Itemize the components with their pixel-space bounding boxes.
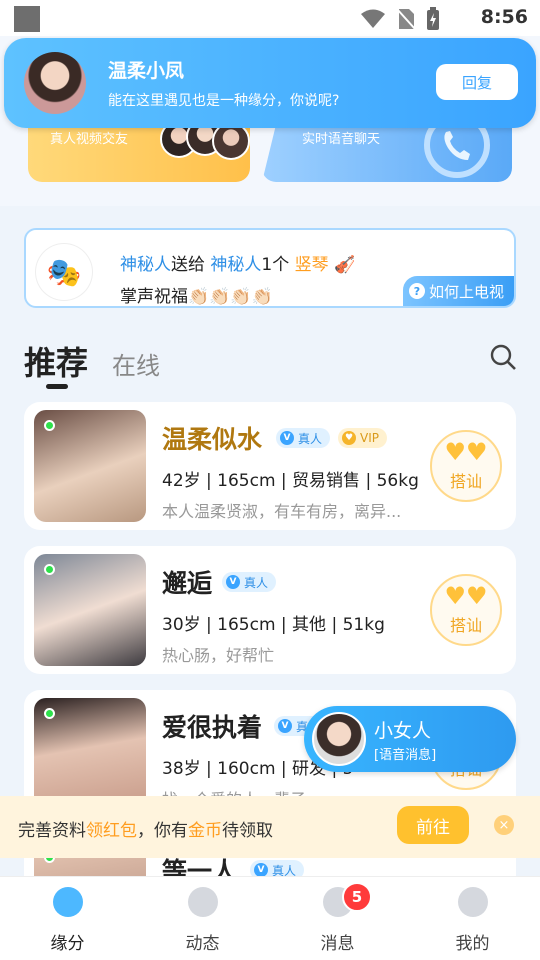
compass-icon [188, 887, 218, 917]
online-indicator [44, 420, 55, 431]
verified-badge: V 真人 [222, 572, 277, 592]
wifi-icon [361, 9, 385, 28]
vip-badge: ♥ VIP [338, 428, 387, 448]
user-stats: 42岁 | 165cm | 贸易销售 | 56kg [162, 471, 419, 491]
tab-yuanfen[interactable]: 缘分 [0, 877, 135, 960]
user-badges: V 真人 ♥ VIP [276, 428, 387, 448]
user-name: 温柔似水 [162, 425, 263, 454]
vip-heart-icon: ♥ [342, 431, 357, 445]
voice-message-tag: [语音消息] [374, 748, 437, 763]
list-tabs: 推荐 在线 [24, 338, 160, 384]
greet-button[interactable]: ♥♥ 搭讪 [430, 574, 502, 646]
promo-coins: 金币 [188, 821, 222, 841]
verified-icon: V [278, 719, 292, 733]
list-item[interactable]: 温柔似水 V 真人 ♥ VIP 42岁 | 165cm | 贸易销售 | 56kg … [24, 402, 516, 530]
promo-text-a: 完善资料 [18, 821, 86, 841]
verified-icon: V [254, 863, 268, 877]
voice-sender-name: 小女人 [374, 720, 432, 742]
gift-sender: 神秘人 [120, 255, 171, 275]
verified-label: 真人 [298, 431, 323, 446]
gift-broadcast-banner[interactable]: 🎭 神秘人送给 神秘人1个 竖琴 🎻 掌声祝福👏🏻👏🏻👏🏻👏🏻 ? 如何上电视 [24, 228, 516, 308]
promo-text-e: 待领取 [222, 821, 273, 841]
tab-label: 我的 [455, 934, 490, 954]
bottom-tab-bar: 缘分 动态 消息 我的 [0, 876, 540, 960]
user-name: 爱很执着 [162, 713, 263, 742]
video-chat-label: 真人视频交友 [50, 132, 129, 147]
verified-label: 真人 [244, 575, 269, 590]
gift-verb: 送给 [171, 255, 205, 275]
tab-messages[interactable]: 消息 [270, 877, 405, 960]
gift-count: 1个 [261, 255, 290, 275]
online-indicator [44, 708, 55, 719]
reply-button[interactable]: 回复 [436, 64, 518, 100]
harp-icon: 🎻 [334, 255, 356, 275]
tab-recommend[interactable]: 推荐 [24, 338, 88, 384]
voice-chat-label: 实时语音聊天 [302, 132, 381, 147]
hearts-icon: ♥♥ [444, 438, 488, 466]
profile-reward-bar: 完善资料领红包，你有金币待领取 前往 × [0, 796, 540, 858]
verified-icon: V [280, 431, 294, 445]
user-bio: 热心肠，好帮忙 [162, 646, 275, 665]
sender-name: 温柔小凤 [108, 60, 185, 82]
status-icons [360, 7, 440, 31]
tab-label: 消息 [320, 934, 355, 954]
greet-button[interactable]: ♥♥ 搭讪 [430, 430, 502, 502]
user-bio: 本人温柔贤淑，有车有房，离异... [162, 502, 402, 521]
gift-message: 神秘人送给 神秘人1个 竖琴 🎻 [120, 250, 355, 275]
voice-message-popup[interactable]: 小女人 [语音消息] [304, 706, 516, 772]
gift-name: 竖琴 [294, 255, 329, 275]
list-item[interactable]: 邂逅 V 真人 30岁 | 165cm | 其他 | 51kg 热心肠，好帮忙 ♥… [24, 546, 516, 674]
tab-label: 缘分 [50, 934, 85, 954]
gift-blessing: 掌声祝福👏🏻👏🏻👏🏻👏🏻 [120, 287, 273, 307]
hearts-icon: ♥♥ [444, 582, 488, 610]
how-to-get-on-tv-button[interactable]: ? 如何上电视 [402, 276, 514, 306]
promo-text: 完善资料领红包，你有金币待领取 [18, 816, 273, 841]
sender-avatar [24, 52, 86, 114]
no-sim-icon [396, 8, 416, 30]
greet-label: 搭讪 [449, 616, 482, 635]
promo-text-c: ，你有 [137, 821, 188, 841]
heart-pulse-icon [53, 887, 83, 917]
promo-red-packet: 领红包 [86, 821, 137, 841]
tab-moments[interactable]: 动态 [135, 877, 270, 960]
user-stats: 30岁 | 165cm | 其他 | 51kg [162, 615, 385, 635]
how-to-label: 如何上电视 [428, 282, 504, 301]
notification-message: 能在这里遇见也是一种缘分，你说呢? [108, 93, 340, 109]
vip-label: VIP [360, 431, 379, 445]
tab-me[interactable]: 我的 [405, 877, 540, 960]
active-tab-indicator [46, 384, 68, 389]
mask-icon: 🎭 [36, 244, 92, 300]
help-icon: ? [408, 283, 425, 299]
verified-badge: V 真人 [276, 428, 331, 448]
clock: 8:56 [480, 6, 528, 28]
gift-receiver: 神秘人 [210, 255, 262, 275]
online-indicator [44, 564, 55, 575]
profile-icon [458, 887, 488, 917]
go-button[interactable]: 前往 [397, 806, 469, 844]
battery-charging-icon [427, 7, 439, 30]
app-indicator-icon [14, 6, 40, 32]
status-bar: 8:56 [0, 0, 540, 36]
user-badges: V 真人 [222, 572, 277, 592]
unread-badge: 5 [342, 882, 372, 912]
voice-sender-avatar [312, 712, 366, 766]
message-notification[interactable]: 温柔小凤 能在这里遇见也是一种缘分，你说呢? 回复 [4, 38, 536, 128]
user-name: 邂逅 [162, 569, 213, 598]
tab-online[interactable]: 在线 [112, 346, 160, 381]
verified-icon: V [226, 575, 240, 589]
close-icon[interactable]: × [494, 815, 514, 835]
tab-label: 动态 [185, 934, 220, 954]
search-icon[interactable] [490, 344, 516, 370]
greet-label: 搭讪 [449, 472, 482, 491]
